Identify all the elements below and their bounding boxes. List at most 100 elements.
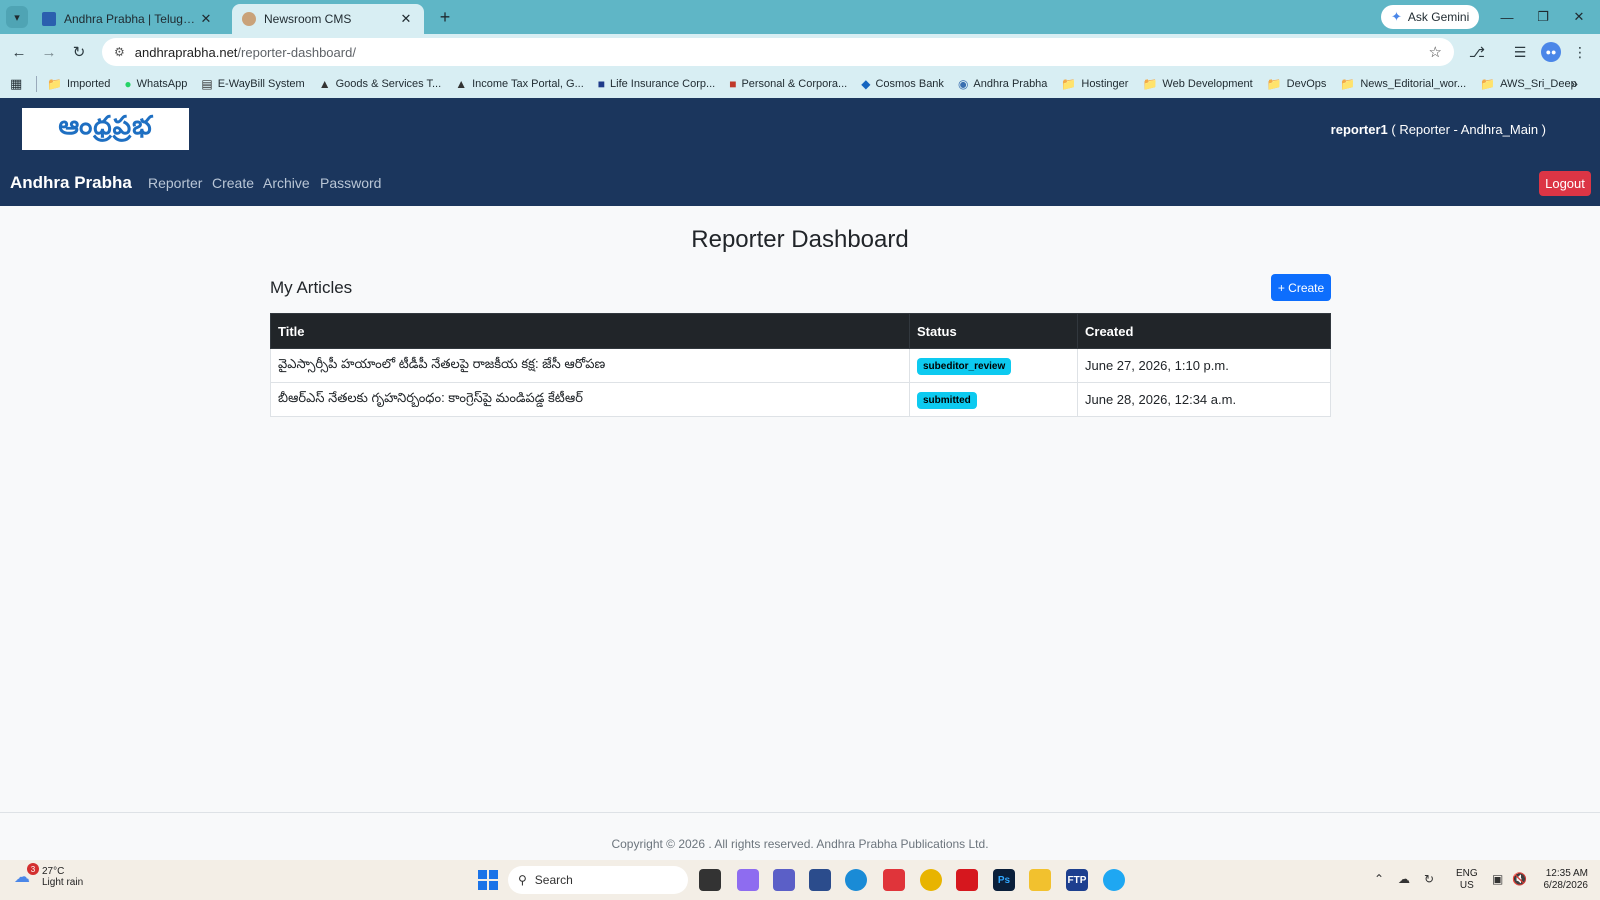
minimize-icon[interactable]: —: [1496, 6, 1518, 28]
bookmark-label: Income Tax Portal, G...: [472, 78, 584, 90]
bookmark-label: Andhra Prabha: [973, 78, 1048, 90]
browser-menu-icon[interactable]: ⋮: [1570, 42, 1590, 62]
apps-grid-icon[interactable]: ▦: [10, 76, 26, 92]
ewaybill-icon: ▤: [201, 77, 213, 91]
chevron-double-right-icon[interactable]: »: [1571, 76, 1578, 91]
whatsapp-icon: ●: [124, 77, 132, 91]
search-icon: ⚲: [518, 873, 527, 887]
article-title[interactable]: వైఎస్సార్సీపీ హయాంలో టీడీపీ నేతలపై రాజకీ…: [270, 348, 910, 383]
clock-date: 6/28/2026: [1543, 880, 1589, 891]
nav-link-create[interactable]: Create: [212, 175, 254, 191]
create-article-button[interactable]: + Create: [1271, 274, 1331, 301]
system-clock[interactable]: 12:35 AM 6/28/2026: [1534, 868, 1589, 892]
bookmark-andhra-prabha[interactable]: ◉ Andhra Prabha: [958, 77, 1047, 91]
bookmark-gst[interactable]: ▲ Goods & Services T...: [319, 77, 441, 91]
window-close-icon[interactable]: ✕: [1568, 6, 1590, 28]
bookmark-hostinger[interactable]: 📁 Hostinger: [1061, 77, 1128, 91]
nav-link-password[interactable]: Password: [320, 175, 381, 191]
folder-icon: 📁: [1480, 77, 1496, 91]
logout-button[interactable]: Logout: [1539, 171, 1591, 196]
volume-muted-icon[interactable]: 🔇: [1512, 872, 1527, 886]
table-row[interactable]: బీఆర్ఎస్ నేతలకు గృహనిర్బంధం: కాంగ్రెస్‌ప…: [270, 382, 1331, 417]
photoshop-icon[interactable]: Ps: [993, 869, 1015, 891]
site-info-icon[interactable]: ⚙: [114, 45, 125, 59]
bookmark-imported[interactable]: 📁 Imported: [47, 77, 110, 91]
anydesk-icon[interactable]: [883, 869, 905, 891]
folder-icon: 📁: [1266, 77, 1282, 91]
article-created: June 27, 2026, 1:10 p.m.: [1077, 348, 1331, 383]
taskbar-search[interactable]: ⚲ Search: [508, 866, 688, 894]
bookmark-devops[interactable]: 📁 DevOps: [1267, 77, 1327, 91]
forward-arrow-icon[interactable]: →: [38, 41, 60, 63]
close-icon[interactable]: ✕: [398, 11, 414, 27]
nav-link-reporter[interactable]: Reporter: [148, 175, 202, 191]
ask-gemini-button[interactable]: ✦ Ask Gemini: [1381, 5, 1480, 29]
sync-app-icon[interactable]: [1103, 869, 1125, 891]
weather-temp: 27°C: [42, 866, 65, 877]
task-view-icon[interactable]: [699, 869, 721, 891]
address-bar[interactable]: ⚙ andhraprabha.net/reporter-dashboard/ ☆: [102, 38, 1454, 66]
url-host: andhraprabha.net: [134, 44, 238, 60]
clock-time: 12:35 AM: [1545, 868, 1588, 879]
extensions-puzzle-icon[interactable]: ⎇: [1467, 42, 1487, 62]
bookmark-cosmos-bank[interactable]: ◆ Cosmos Bank: [861, 77, 944, 91]
app-header: ఆంధ్రప్రభ reporter1 ( Reporter - Andhra_…: [0, 98, 1600, 162]
media-controls-icon[interactable]: ☰: [1510, 42, 1530, 62]
main-navbar: Andhra Prabha Reporter Create Archive Pa…: [0, 162, 1600, 206]
ftp-client-icon[interactable]: FTP: [1066, 869, 1088, 891]
bookmark-personal-corporate[interactable]: ■ Personal & Corpora...: [729, 77, 847, 91]
column-header-status: Status: [909, 313, 1078, 349]
gemini-spark-icon: ✦: [1391, 9, 1402, 24]
bookmark-label: News_Editorial_wor...: [1360, 78, 1467, 90]
weather-badge: 3: [27, 863, 39, 875]
teams-icon[interactable]: [773, 869, 795, 891]
tab-title: Newsroom CMS: [264, 12, 352, 26]
bookmark-aws-sri-deep[interactable]: 📁 AWS_Sri_Deep: [1480, 77, 1577, 91]
network-icon[interactable]: ▣: [1492, 872, 1503, 886]
sync-icon[interactable]: ↻: [1424, 872, 1434, 886]
back-arrow-icon[interactable]: ←: [8, 41, 30, 63]
store-icon[interactable]: [809, 869, 831, 891]
file-explorer-icon[interactable]: [1029, 869, 1051, 891]
bookmark-label: Cosmos Bank: [875, 78, 944, 90]
new-tab-button[interactable]: +: [434, 6, 456, 28]
tray-chevron-up-icon[interactable]: ⌃: [1374, 872, 1384, 886]
bookmark-whatsapp[interactable]: ● WhatsApp: [124, 77, 187, 91]
bookmark-news-editorial[interactable]: 📁 News_Editorial_wor...: [1340, 77, 1466, 91]
bookmark-star-icon[interactable]: ☆: [1429, 43, 1442, 61]
article-title[interactable]: బీఆర్ఎస్ నేతలకు గృహనిర్బంధం: కాంగ్రెస్‌ప…: [270, 382, 910, 417]
bookmark-lic[interactable]: ■ Life Insurance Corp...: [598, 77, 715, 91]
cosmos-bank-icon: ◆: [861, 77, 871, 91]
restore-icon[interactable]: ❐: [1532, 6, 1554, 28]
weather-widget[interactable]: ☁ 3 27°C Light rain: [14, 863, 83, 888]
column-header-title: Title: [270, 313, 910, 349]
chrome-icon[interactable]: [920, 869, 942, 891]
lic-icon: ■: [597, 77, 606, 91]
tab-search-menu-button[interactable]: ▾: [6, 6, 28, 28]
edge-icon[interactable]: [845, 869, 867, 891]
onedrive-icon[interactable]: ☁: [1398, 872, 1410, 886]
close-icon[interactable]: ✕: [198, 11, 214, 27]
bank-icon: ■: [729, 77, 737, 91]
navbar-brand[interactable]: Andhra Prabha: [10, 173, 132, 193]
copilot-icon[interactable]: [737, 869, 759, 891]
profile-avatar-icon[interactable]: ●●: [1541, 42, 1561, 62]
bookmark-label: Personal & Corpora...: [741, 78, 848, 90]
tab-newsroom-cms[interactable]: Newsroom CMS ✕: [232, 4, 424, 34]
bookmark-ewaybill[interactable]: ▤ E-WayBill System: [201, 77, 304, 91]
yt-app-icon[interactable]: [956, 869, 978, 891]
language-indicator[interactable]: ENG US: [1456, 868, 1478, 892]
andhra-prabha-logo[interactable]: ఆంధ్రప్రభ: [22, 108, 189, 150]
column-header-created: Created: [1077, 313, 1331, 349]
windows-start-icon[interactable]: [478, 870, 498, 890]
user-role: ( Reporter - Andhra_Main ): [1391, 122, 1546, 137]
ask-gemini-label: Ask Gemini: [1407, 10, 1470, 24]
bookmark-web-development[interactable]: 📁 Web Development: [1142, 77, 1252, 91]
nav-link-archive[interactable]: Archive: [263, 175, 310, 191]
gst-icon: ▲: [318, 77, 331, 91]
bookmark-income-tax[interactable]: ▲ Income Tax Portal, G...: [455, 77, 584, 91]
reload-icon[interactable]: ↻: [68, 41, 90, 63]
bookmarks-bar: ▦ 📁 Imported ● WhatsApp ▤ E-WayBill System …: [0, 70, 1600, 98]
tab-andhra-prabha[interactable]: Andhra Prabha | Telugu News D ✕: [32, 4, 224, 34]
table-row[interactable]: వైఎస్సార్సీపీ హయాంలో టీడీపీ నేతలపై రాజకీ…: [270, 348, 1331, 383]
